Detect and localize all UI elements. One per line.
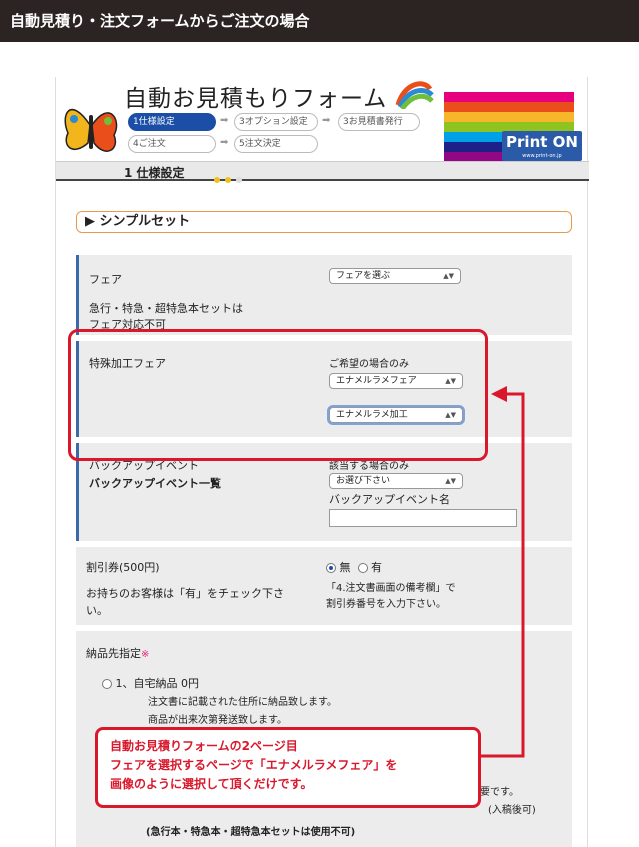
callout-box: 自動お見積りフォームの2ページ目 フェアを選択するページで「エナメルラメフェア」… <box>95 727 481 808</box>
callout-line-1: 自動お見積りフォームの2ページ目 <box>110 739 298 753</box>
annotation-arrow <box>480 386 525 758</box>
callout-line-3: 画像のように選択して頂くだけです。 <box>110 777 313 791</box>
callout-line-2: フェアを選択するページで「エナメルラメフェア」を <box>110 758 398 772</box>
